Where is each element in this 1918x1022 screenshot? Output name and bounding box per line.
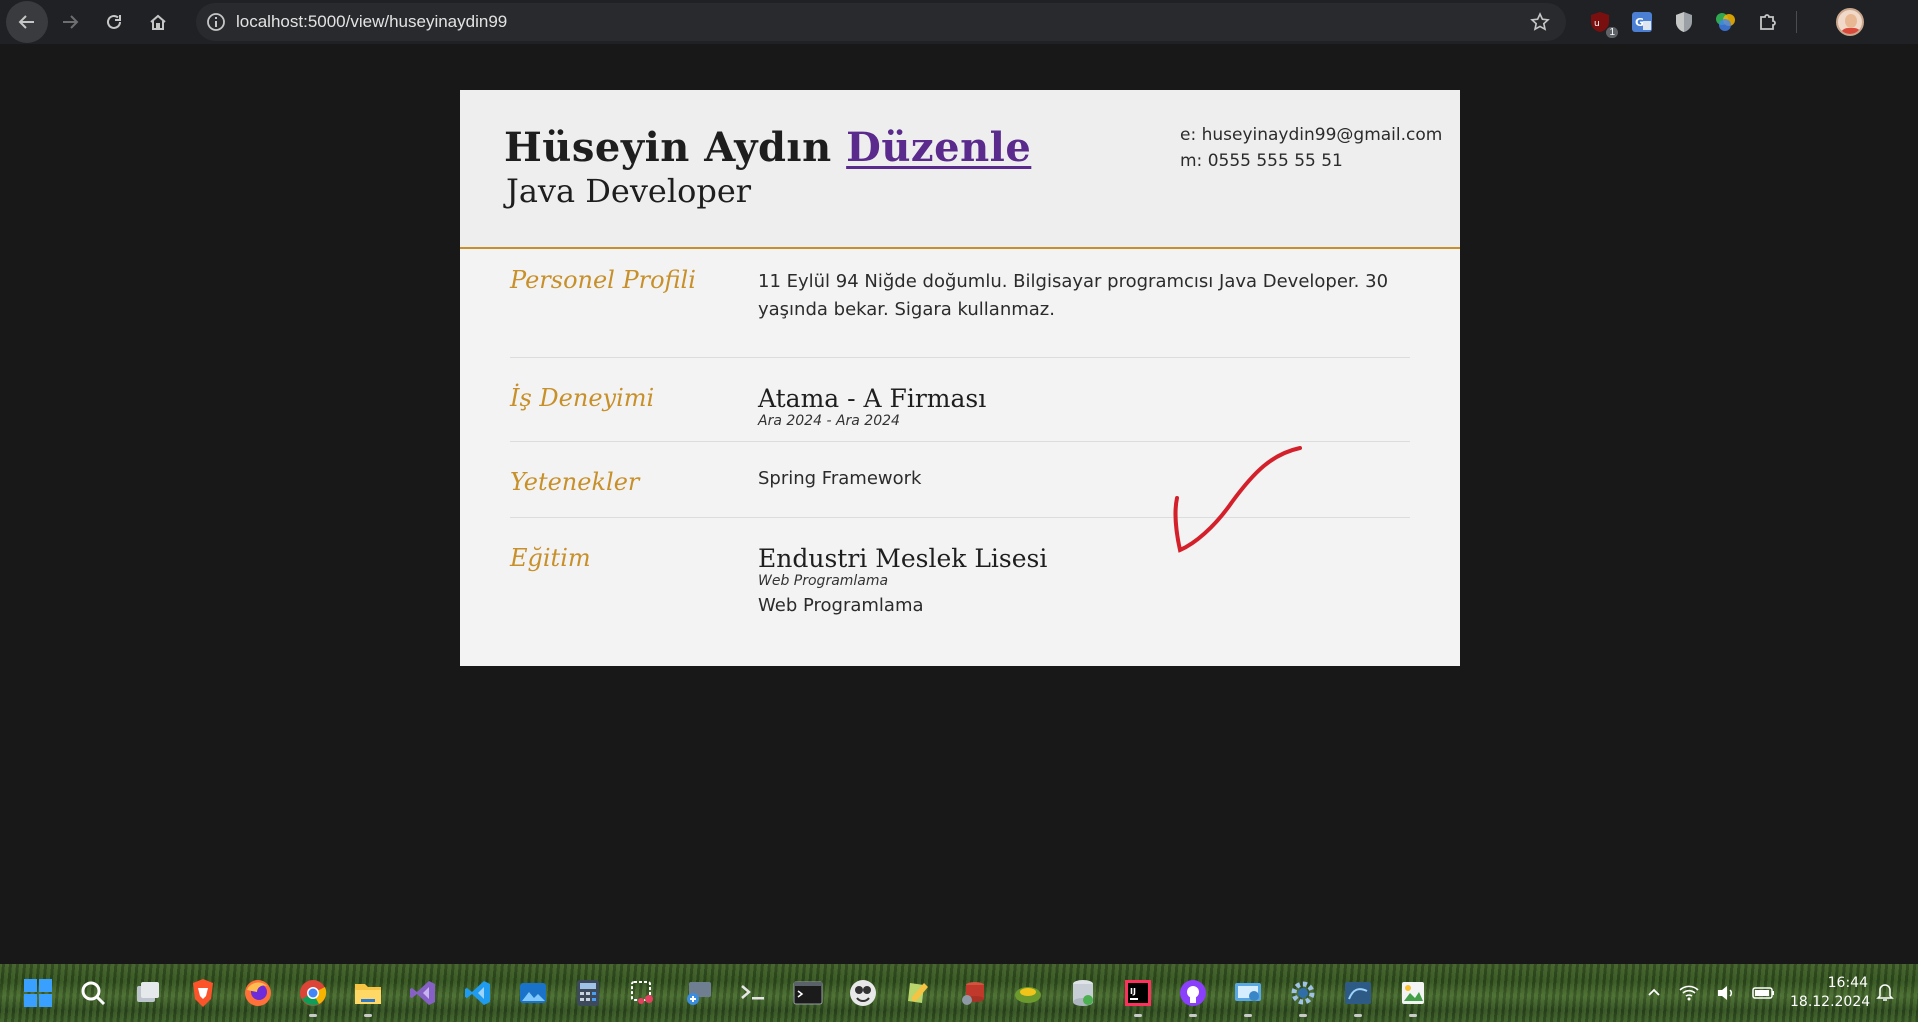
search-icon[interactable] (75, 975, 111, 1011)
taskbar: IJ 16:44 18.12.2024 (0, 964, 1918, 1022)
running-indicator (1299, 1014, 1307, 1017)
browser-toolbar: localhost:5000/view/huseyinaydin99 u 1 G (0, 0, 1918, 44)
reload-button[interactable] (92, 0, 136, 44)
running-indicator (1189, 1014, 1197, 1017)
notification-bell-icon[interactable] (1876, 982, 1894, 1002)
url-text[interactable]: localhost:5000/view/huseyinaydin99 (236, 12, 507, 32)
resume-header: Hüseyin Aydın Düzenle Java Developer e: … (460, 90, 1460, 249)
github-desktop-icon[interactable] (1175, 975, 1211, 1017)
clock-date: 18.12.2024 (1790, 994, 1871, 1010)
sql-server-icon[interactable] (1065, 975, 1101, 1011)
extensions-bar: u 1 G (1586, 0, 1797, 44)
running-indicator (1244, 1014, 1252, 1017)
running-indicator (1134, 1014, 1142, 1017)
experience-title: Atama - A Firması (758, 384, 987, 413)
contact-info: e: huseyinaydin99@gmail.com m: 0555 555 … (1180, 122, 1442, 174)
snake-app-icon[interactable] (1010, 975, 1046, 1011)
section-profile: Personel Profili 11 Eylül 94 Niğde doğum… (510, 266, 1410, 358)
toolbar-separator (1796, 11, 1797, 33)
colorful-extension-icon[interactable] (1712, 8, 1740, 36)
visual-studio-icon[interactable] (405, 975, 441, 1011)
running-indicator (309, 1014, 317, 1017)
svg-text:G: G (1635, 16, 1644, 29)
address-bar[interactable]: localhost:5000/view/huseyinaydin99 (196, 3, 1566, 41)
cmd-app-icon[interactable] (845, 975, 881, 1011)
control-panel-icon[interactable] (1230, 975, 1266, 1017)
google-translate-icon[interactable]: G (1628, 8, 1656, 36)
firefox-icon[interactable] (240, 975, 276, 1011)
system-clock[interactable]: 16:44 18.12.2024 (1790, 974, 1871, 1012)
console-icon[interactable] (790, 975, 826, 1011)
svg-text:IJ: IJ (1130, 987, 1136, 996)
profile-avatar[interactable] (1836, 8, 1864, 36)
vscode-icon[interactable] (460, 975, 496, 1011)
back-icon (18, 15, 34, 29)
intellij-idea-icon[interactable]: IJ (1120, 975, 1156, 1017)
checkmark-annotation-icon (1173, 446, 1302, 553)
paint-icon[interactable] (1395, 975, 1431, 1017)
experience-dates: Ara 2024 - Ara 2024 (758, 413, 900, 429)
site-info-icon[interactable] (196, 12, 236, 32)
running-indicator (364, 1014, 372, 1017)
battery-icon[interactable] (1752, 985, 1776, 1001)
bookmark-star-icon[interactable] (1530, 12, 1550, 37)
settings-icon[interactable] (1285, 975, 1321, 1017)
windows-start-icon[interactable] (20, 975, 56, 1011)
experience-body: Atama - A Firması Ara 2024 - Ara 2024 (758, 384, 1398, 429)
svg-text:u: u (1594, 19, 1600, 29)
calculator-icon[interactable] (570, 975, 606, 1011)
resume-name-line: Hüseyin Aydın Düzenle (504, 124, 1031, 171)
notepad-plus-icon[interactable] (900, 975, 936, 1011)
remote-desktop-icon[interactable] (680, 975, 716, 1011)
database-tool-icon[interactable] (955, 975, 991, 1011)
system-tray (1646, 964, 1776, 1022)
section-experience: İş Deneyimi Atama - A Firması Ara 2024 -… (510, 358, 1410, 442)
chevron-up-icon[interactable] (1646, 985, 1662, 1001)
forward-button[interactable] (48, 0, 92, 44)
resume-card: Hüseyin Aydın Düzenle Java Developer e: … (460, 90, 1460, 666)
section-label-education: Eğitim (510, 544, 591, 572)
contact-email: e: huseyinaydin99@gmail.com (1180, 125, 1443, 145)
section-label-experience: İş Deneyimi (510, 384, 655, 412)
ublock-badge: 1 (1606, 27, 1618, 38)
extensions-puzzle-icon[interactable] (1754, 8, 1782, 36)
profile-text: 11 Eylül 94 Niğde doğumlu. Bilgisayar pr… (758, 271, 1389, 320)
running-indicator (1409, 1014, 1417, 1017)
task-view-icon[interactable] (130, 975, 166, 1011)
volume-icon[interactable] (1716, 984, 1736, 1002)
back-button[interactable] (6, 1, 48, 43)
resume-job-title: Java Developer (506, 172, 752, 210)
clock-time: 16:44 (1827, 975, 1868, 991)
chrome-icon[interactable] (295, 975, 331, 1017)
education-field: Web Programlama (758, 573, 889, 589)
section-label-profile: Personel Profili (510, 266, 696, 294)
shield-extension-icon[interactable] (1670, 8, 1698, 36)
contact-phone: m: 0555 555 55 51 (1180, 151, 1343, 171)
mysql-workbench-icon[interactable] (1340, 975, 1376, 1017)
home-icon (150, 14, 166, 30)
avatar-face (1845, 14, 1857, 28)
profile-body: 11 Eylül 94 Niğde doğumlu. Bilgisayar pr… (758, 268, 1398, 324)
resume-name: Hüseyin Aydın (504, 124, 832, 171)
snipping-tool-icon[interactable] (625, 975, 661, 1011)
ublock-icon[interactable]: u 1 (1586, 8, 1618, 38)
reload-icon (107, 14, 121, 29)
section-label-skills: Yetenekler (510, 468, 640, 496)
brave-icon[interactable] (185, 975, 221, 1011)
wifi-icon[interactable] (1678, 984, 1700, 1002)
terminal-icon[interactable] (735, 975, 771, 1011)
running-indicator (1354, 1014, 1362, 1017)
education-description: Web Programlama (758, 595, 924, 616)
taskbar-apps: IJ (20, 970, 1431, 1017)
photos-icon[interactable] (515, 975, 551, 1011)
avatar-shirt (1840, 28, 1862, 34)
forward-icon (63, 15, 79, 29)
file-explorer-icon[interactable] (350, 975, 386, 1017)
home-button[interactable] (136, 0, 180, 44)
edit-link[interactable]: Düzenle (846, 124, 1031, 171)
